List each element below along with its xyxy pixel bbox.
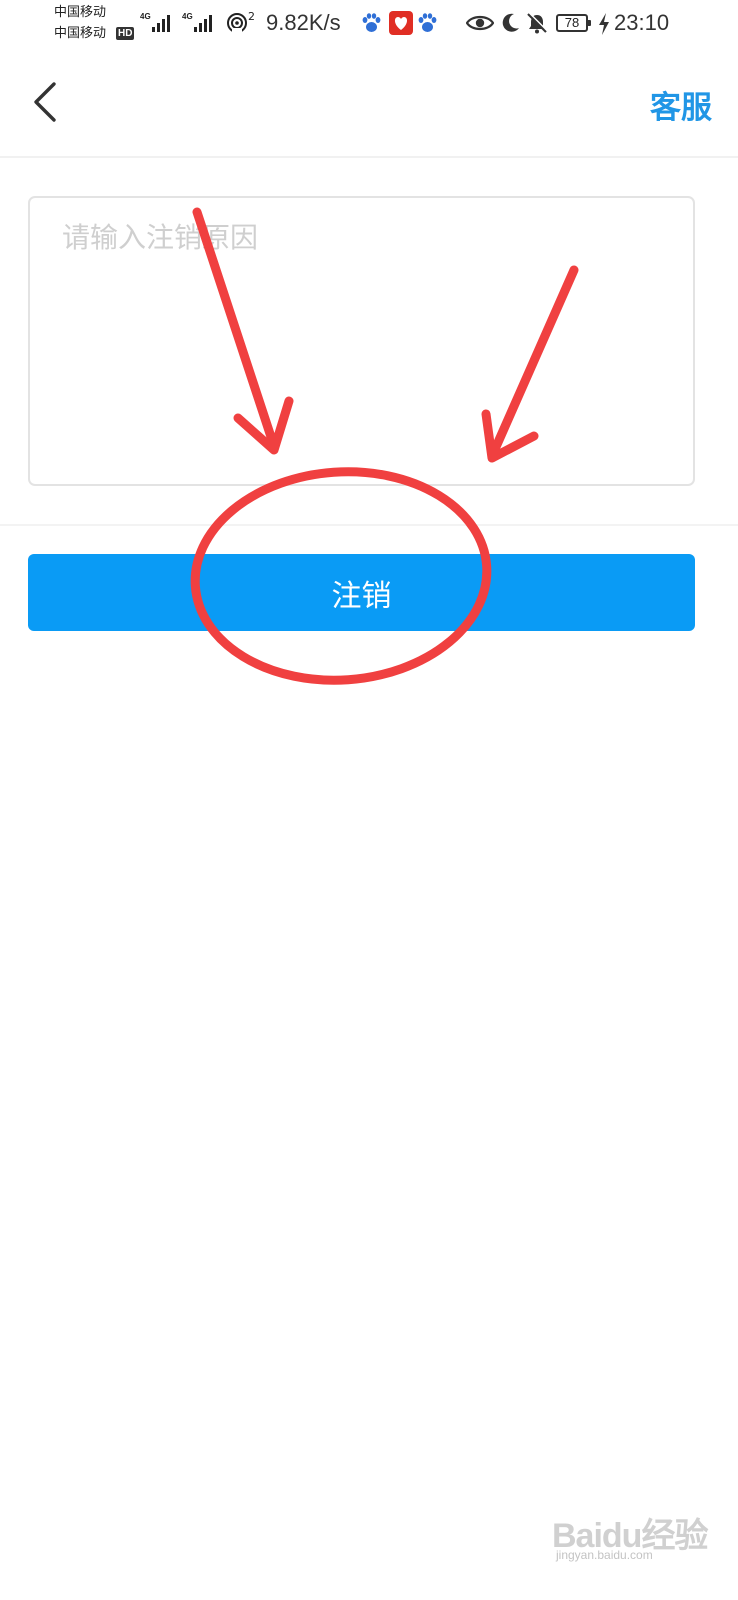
baidu-jingyan-watermark: Baidu经验 jingyan.baidu.com xyxy=(552,1517,708,1562)
hotspot-icon xyxy=(227,13,247,34)
baidu-paw-icon xyxy=(418,13,437,32)
clock: 23:10 xyxy=(614,10,670,35)
customer-service-link[interactable]: 客服 xyxy=(650,82,712,127)
hotspot-count: 2 xyxy=(248,10,255,23)
deactivate-button[interactable]: 注销 xyxy=(28,554,695,631)
reason-box xyxy=(28,196,695,486)
nav-bar: 客服 xyxy=(0,48,738,156)
carrier-2-label: 中国移动 xyxy=(54,26,107,41)
back-button[interactable] xyxy=(28,80,68,124)
status-bar: 中国移动 中国移动 HD 4G 4G 2 9.82K/s 78 23:10 xyxy=(54,5,670,41)
nav-divider xyxy=(0,156,738,158)
pinduoduo-icon xyxy=(389,11,413,35)
chevron-left-icon xyxy=(34,82,56,122)
charging-icon xyxy=(599,13,609,35)
eye-icon xyxy=(466,15,494,31)
baidu-paw-icon xyxy=(362,13,381,32)
cancel-reason-input[interactable] xyxy=(30,198,693,484)
moon-icon xyxy=(502,13,519,32)
content-divider xyxy=(0,524,738,526)
battery-icon: 78 xyxy=(556,14,591,32)
net-speed: 9.82K/s xyxy=(266,10,341,35)
bell-off-icon xyxy=(527,12,548,34)
carrier-1-label: 中国移动 xyxy=(54,5,107,20)
hd-badge: HD xyxy=(116,27,135,40)
